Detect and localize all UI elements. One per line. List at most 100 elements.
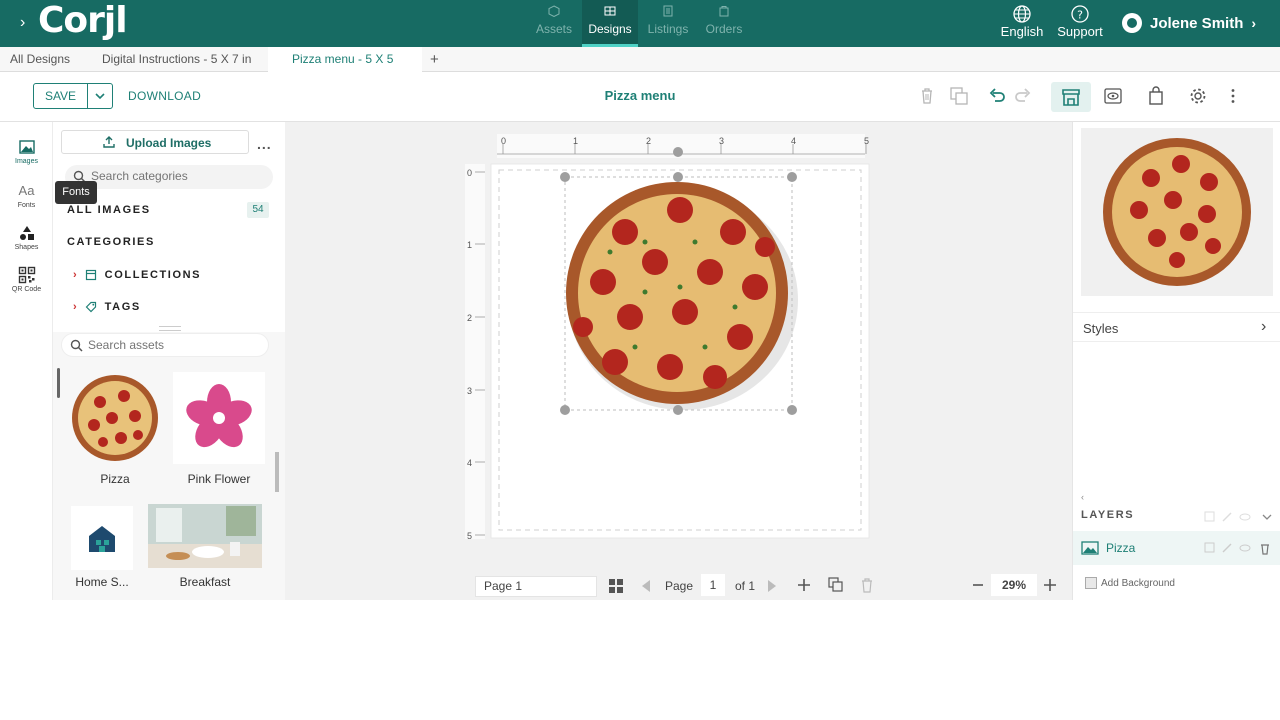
search-assets-input[interactable] xyxy=(88,338,238,352)
layer-actions-icon[interactable] xyxy=(1203,541,1275,555)
ruler-tick-label: 3 xyxy=(719,136,724,146)
editor-toolbar: SAVE DOWNLOAD Pizza menu xyxy=(0,72,1280,122)
redo-icon[interactable] xyxy=(1012,85,1034,107)
sidebar-item-shapes[interactable]: Shapes xyxy=(0,220,53,260)
asset-label-home: Home S... xyxy=(75,575,129,589)
document-tabs: All Designs Digital Instructions - 5 X 7… xyxy=(0,47,1280,91)
add-page-icon[interactable] xyxy=(797,578,811,592)
duplicate-icon[interactable] xyxy=(948,85,970,107)
sidebar-item-qr-code[interactable]: QR Code xyxy=(0,262,53,302)
asset-label-pizza: Pizza xyxy=(100,472,130,486)
more-vertical-icon[interactable] xyxy=(1222,85,1244,107)
search-categories-input[interactable] xyxy=(91,169,241,183)
categories-heading: CATEGORIES xyxy=(67,236,155,248)
resize-handle[interactable] xyxy=(787,172,797,182)
ruler-tick-label: 1 xyxy=(573,136,578,146)
shopping-bag-icon[interactable] xyxy=(1145,85,1167,107)
sidebar-item-label: Shapes xyxy=(14,244,39,251)
delete-page-icon[interactable] xyxy=(860,577,874,593)
support-link[interactable]: ? Support xyxy=(1053,0,1107,47)
add-tab-button[interactable]: + xyxy=(430,47,439,72)
rotate-handle[interactable] xyxy=(673,147,683,157)
zoom-level[interactable]: 29% xyxy=(991,574,1037,596)
orders-icon xyxy=(719,6,729,17)
previous-page-icon[interactable] xyxy=(639,578,653,594)
storefront-icon xyxy=(1062,89,1080,106)
tab-digital-instructions[interactable]: Digital Instructions - 5 X 7 in xyxy=(102,47,251,72)
nav-listings[interactable]: Listings xyxy=(640,0,696,47)
nav-orders[interactable]: Orders xyxy=(696,0,752,47)
tab-all-designs[interactable]: All Designs xyxy=(10,47,70,72)
tag-icon xyxy=(85,301,96,313)
panel-resize-handle[interactable] xyxy=(159,326,181,331)
gear-icon[interactable] xyxy=(1187,85,1209,107)
styles-label: Styles xyxy=(1083,321,1119,336)
design-canvas[interactable]: 0 1 2 3 4 5 0 1 2 3 4 5 xyxy=(285,122,1072,570)
page-number-input[interactable]: 1 xyxy=(701,574,725,596)
zoom-in-icon[interactable] xyxy=(1043,578,1057,592)
layer-item-pizza[interactable]: Pizza xyxy=(1073,531,1280,565)
resize-handle[interactable] xyxy=(560,405,570,415)
tool-sidebar: Images Aa Fonts Shapes QR Code xyxy=(0,122,53,600)
asset-thumbnail-breakfast[interactable] xyxy=(148,504,262,568)
save-options-dropdown[interactable] xyxy=(87,84,113,108)
corjl-logo[interactable]: Corjl xyxy=(38,0,128,41)
globe-icon xyxy=(1013,5,1031,23)
preview-icon[interactable] xyxy=(1102,85,1124,107)
collapse-arrow-icon[interactable]: ‹ xyxy=(1081,492,1084,502)
styles-section[interactable]: Styles › xyxy=(1073,312,1280,342)
ruler-tick-label: 5 xyxy=(864,136,869,146)
nav-assets[interactable]: Assets xyxy=(526,0,582,47)
asset-thumbnail-pizza[interactable] xyxy=(69,372,161,464)
user-menu[interactable]: Jolene Smith › xyxy=(1122,11,1256,35)
tree-item-collections[interactable]: › COLLECTIONS xyxy=(73,265,201,285)
resize-handle[interactable] xyxy=(560,172,570,182)
asset-thumbnail-pink-flower[interactable] xyxy=(173,372,265,464)
grid-view-icon[interactable] xyxy=(608,578,624,594)
assets-search xyxy=(61,333,269,357)
layers-heading: LAYERS xyxy=(1081,509,1135,521)
template-view-button[interactable] xyxy=(1051,82,1091,112)
page-label: Page xyxy=(665,579,694,593)
nav-designs[interactable]: Designs xyxy=(582,0,638,47)
tab-pizza-menu[interactable]: Pizza menu - 5 X 5 in* xyxy=(268,47,422,91)
breakfast-thumbnail-image xyxy=(148,504,262,568)
upload-images-label: Upload Images xyxy=(126,136,212,150)
download-button[interactable]: DOWNLOAD xyxy=(128,89,201,103)
asset-label-pink-flower: Pink Flower xyxy=(187,472,251,486)
ruler-tick-label: 3 xyxy=(467,386,472,396)
language-selector[interactable]: English xyxy=(997,0,1047,47)
layer-tools-icon[interactable] xyxy=(1203,510,1275,524)
sidebar-item-images[interactable]: Images xyxy=(0,134,53,174)
undo-icon[interactable] xyxy=(986,85,1008,107)
nav-assets-label: Assets xyxy=(535,22,572,36)
resize-handle[interactable] xyxy=(787,405,797,415)
next-page-icon[interactable] xyxy=(765,578,779,594)
upload-images-button[interactable]: Upload Images xyxy=(61,130,249,154)
page-name-field[interactable]: Page 1 xyxy=(475,576,597,597)
qr-code-icon xyxy=(18,266,35,284)
duplicate-page-icon[interactable] xyxy=(828,577,844,593)
all-images-link[interactable]: ALL IMAGES xyxy=(67,204,151,216)
fonts-icon: Aa xyxy=(18,183,35,198)
tree-item-tags[interactable]: › TAGS xyxy=(73,297,141,317)
trash-icon[interactable] xyxy=(916,85,938,107)
expand-menu-icon[interactable]: › xyxy=(20,14,25,32)
sidebar-item-label: Images xyxy=(15,158,38,165)
ruler-tick-label: 0 xyxy=(501,136,506,146)
more-options-button[interactable]: ... xyxy=(257,136,272,152)
chevron-right-icon: › xyxy=(73,301,77,313)
add-background-button[interactable]: Add Background xyxy=(1085,577,1175,589)
zoom-out-icon[interactable] xyxy=(972,578,984,592)
pizza-thumbnail-image xyxy=(72,375,158,461)
asset-thumbnail-home[interactable] xyxy=(71,506,133,570)
ruler-tick-label: 2 xyxy=(467,313,472,323)
resize-handle[interactable] xyxy=(673,405,683,415)
help-circle-icon: ? xyxy=(1071,5,1089,23)
resize-handle[interactable] xyxy=(673,172,683,182)
sidebar-item-fonts[interactable]: Aa Fonts xyxy=(0,178,53,218)
assets-scrollbar[interactable] xyxy=(57,368,60,398)
panel-collapse-handle[interactable] xyxy=(275,452,279,492)
add-background-label: Add Background xyxy=(1101,577,1175,589)
save-button[interactable]: SAVE xyxy=(34,84,87,108)
